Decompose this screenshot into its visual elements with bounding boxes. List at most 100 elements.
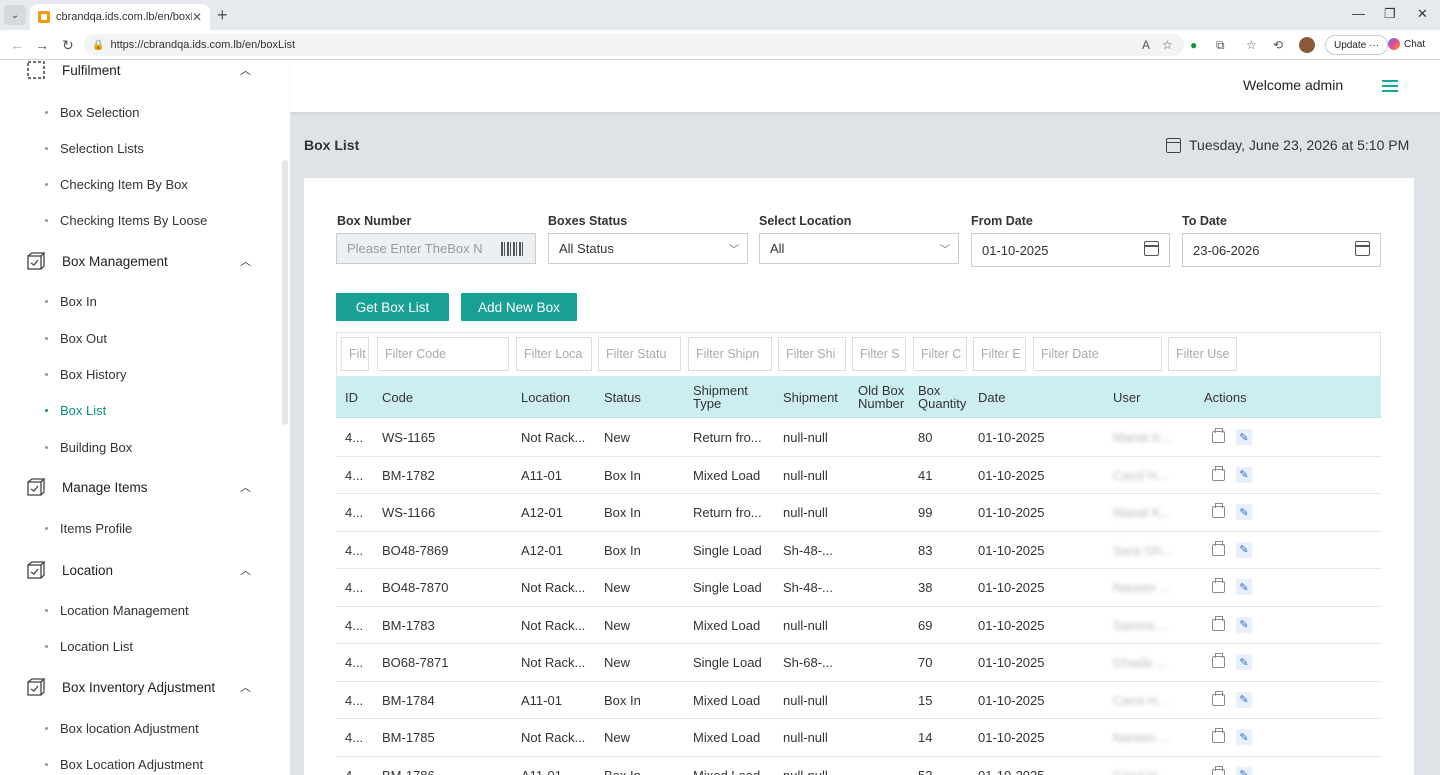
sidebar-group-box-management[interactable]: Box Management ︿ — [0, 247, 282, 275]
table-row[interactable]: 4... BM-1782 A11-01 Box In Mixed Load null-nu… — [336, 457, 1381, 494]
favorite-star-icon[interactable]: ☆ — [1162, 38, 1173, 52]
col-location[interactable]: Location — [521, 376, 597, 418]
sidebar-item-box-selection[interactable]: Box Selection — [45, 101, 275, 123]
calendar-icon[interactable] — [1144, 241, 1159, 256]
favorites-icon[interactable]: ☆ — [1246, 38, 1257, 52]
filter-code[interactable]: Filter Code — [377, 337, 509, 371]
extension-icon[interactable]: ● — [1190, 38, 1197, 52]
sidebar-scrollbar[interactable] — [282, 160, 288, 425]
sidebar-group-fulfilment[interactable]: Fulfilment ︿ — [0, 60, 282, 84]
table-row[interactable]: 4... WS-1165 Not Rack... New Return fro... nu… — [336, 419, 1381, 457]
history-icon[interactable]: ⟲ — [1273, 38, 1283, 52]
print-icon[interactable] — [1212, 540, 1225, 556]
table-row[interactable]: 4... BM-1784 A11-01 Box In Mixed Load null-nu… — [336, 682, 1381, 719]
hamburger-menu-icon[interactable] — [1382, 80, 1398, 92]
print-icon[interactable] — [1212, 728, 1225, 743]
edit-icon[interactable]: ✎ — [1236, 504, 1252, 520]
table-row[interactable]: 4... BO68-7871 Not Rack... New Single Load Sh… — [336, 644, 1381, 682]
profile-avatar[interactable] — [1299, 37, 1315, 53]
sidebar-item-box-location-adjustment-2[interactable]: Box Location Adjustment — [45, 753, 275, 775]
chevron-up-icon[interactable]: ︿ — [240, 62, 251, 78]
col-status[interactable]: Status — [604, 376, 688, 418]
chevron-up-icon[interactable]: ︿ — [240, 479, 251, 495]
sidebar-item-checking-item-by-box[interactable]: Checking Item By Box — [45, 173, 275, 195]
print-icon[interactable] — [1212, 428, 1225, 443]
col-old-box[interactable]: Old Box Number — [858, 376, 910, 418]
back-icon[interactable]: ← — [10, 37, 24, 53]
col-user[interactable]: User — [1113, 376, 1173, 418]
sidebar-item-building-box[interactable]: Building Box — [45, 436, 275, 458]
sidebar-item-location-management[interactable]: Location Management — [45, 599, 275, 621]
sidebar-item-box-list[interactable]: Box List — [45, 399, 275, 421]
from-date-input[interactable]: 01-10-2025 — [971, 233, 1170, 267]
sidebar-group-box-inventory-adjustment[interactable]: Box Inventory Adjustment ︿ — [0, 673, 282, 701]
filter-old-box[interactable]: Filter S — [852, 337, 906, 371]
sidebar-item-box-location-adjustment[interactable]: Box location Adjustment — [45, 717, 275, 739]
print-icon[interactable] — [1212, 465, 1225, 481]
filter-quantity[interactable]: Filter C — [913, 337, 967, 371]
filter-user[interactable]: Filter Use — [1168, 337, 1237, 371]
sidebar-item-items-profile[interactable]: Items Profile — [45, 517, 275, 539]
filter-status[interactable]: Filter Statu — [598, 337, 681, 371]
edit-icon[interactable]: ✎ — [1236, 616, 1252, 633]
chevron-up-icon[interactable]: ︿ — [240, 679, 251, 695]
table-row[interactable]: 4... BM-1785 Not Rack... New Mixed Load null-… — [336, 719, 1381, 757]
extensions-puzzle-icon[interactable]: ⧉ — [1216, 38, 1225, 53]
table-row[interactable]: 4... BO48-7869 A12-01 Box In Single Load Sh-4… — [336, 532, 1381, 569]
chevron-up-icon[interactable]: ︿ — [240, 562, 251, 578]
edit-icon[interactable]: ✎ — [1236, 579, 1252, 595]
sidebar-item-box-out[interactable]: Box Out — [45, 327, 275, 349]
barcode-scan-icon[interactable] — [501, 242, 525, 256]
refresh-icon[interactable]: ↻ — [62, 37, 74, 54]
print-icon[interactable] — [1212, 503, 1225, 518]
sidebar-item-box-history[interactable]: Box History — [45, 363, 275, 385]
filter-shipment-type[interactable]: Filter Shipn — [688, 337, 772, 371]
edit-icon[interactable]: ✎ — [1236, 691, 1252, 708]
table-row[interactable]: 4... WS-1166 A12-01 Box In Return fro... null… — [336, 494, 1381, 532]
update-button[interactable]: Update ··· — [1325, 35, 1389, 55]
add-new-box-button[interactable]: Add New Box — [461, 293, 577, 321]
edit-icon[interactable]: ✎ — [1236, 766, 1252, 775]
tab-close-icon[interactable]: ✕ — [192, 10, 202, 24]
print-icon[interactable] — [1212, 653, 1225, 668]
status-select[interactable]: All Status ﹀ — [548, 233, 748, 264]
filter-shipment[interactable]: Filter Shi — [778, 337, 846, 371]
box-number-input[interactable]: Please Enter TheBox N — [336, 233, 536, 264]
sidebar-item-selection-lists[interactable]: Selection Lists — [45, 137, 275, 159]
sidebar-item-checking-items-by-loose[interactable]: Checking Items By Loose — [45, 209, 275, 231]
col-shipment-type[interactable]: Shipment Type — [693, 376, 771, 418]
col-shipment[interactable]: Shipment — [783, 376, 853, 418]
filter-date[interactable]: Filter Date — [1033, 337, 1162, 371]
restore-icon[interactable]: ❐ — [1384, 6, 1396, 22]
sidebar-group-location[interactable]: Location ︿ — [0, 556, 282, 584]
edit-icon[interactable]: ✎ — [1236, 654, 1252, 670]
table-row[interactable]: 4... BO48-7870 Not Rack... New Single Load Sh… — [336, 569, 1381, 607]
edit-icon[interactable]: ✎ — [1236, 729, 1252, 745]
table-row[interactable]: 4... BM-1783 Not Rack... New Mixed Load null-… — [336, 607, 1381, 644]
filter-id[interactable]: Filt — [341, 337, 369, 371]
print-icon[interactable] — [1212, 578, 1225, 593]
url-field[interactable]: 🔒 https://cbrandqa.ids.com.lb/en/boxList — [84, 34, 1184, 56]
sidebar-group-manage-items[interactable]: Manage Items ︿ — [0, 473, 282, 501]
browser-tab[interactable]: cbrandqa.ids.com.lb/en/boxList ✕ — [30, 4, 210, 30]
tab-actions-menu[interactable]: ⌄ — [4, 5, 26, 25]
col-quantity[interactable]: Box Quantity — [918, 376, 970, 418]
table-row[interactable]: 4... BM-1786 A11-01 Box In Mixed Load null-nu… — [336, 757, 1381, 775]
forward-icon[interactable]: → — [35, 37, 49, 53]
sidebar-item-box-in[interactable]: Box In — [45, 290, 275, 312]
sidebar-item-location-list[interactable]: Location List — [45, 635, 275, 657]
get-box-list-button[interactable]: Get Box List — [336, 293, 449, 321]
col-date[interactable]: Date — [978, 376, 1098, 418]
col-id[interactable]: ID — [345, 376, 373, 418]
calendar-icon[interactable] — [1355, 241, 1370, 256]
filter-location[interactable]: Filter Loca — [516, 337, 592, 371]
edit-icon[interactable]: ✎ — [1236, 429, 1252, 445]
window-close-icon[interactable]: ✕ — [1417, 6, 1428, 22]
minimize-icon[interactable]: — — [1352, 6, 1365, 21]
print-icon[interactable] — [1212, 690, 1225, 706]
edit-icon[interactable]: ✎ — [1236, 466, 1252, 483]
edit-icon[interactable]: ✎ — [1236, 541, 1252, 558]
location-select[interactable]: All ﹀ — [759, 233, 959, 264]
read-aloud-icon[interactable]: A — [1142, 38, 1150, 52]
col-code[interactable]: Code — [382, 376, 512, 418]
